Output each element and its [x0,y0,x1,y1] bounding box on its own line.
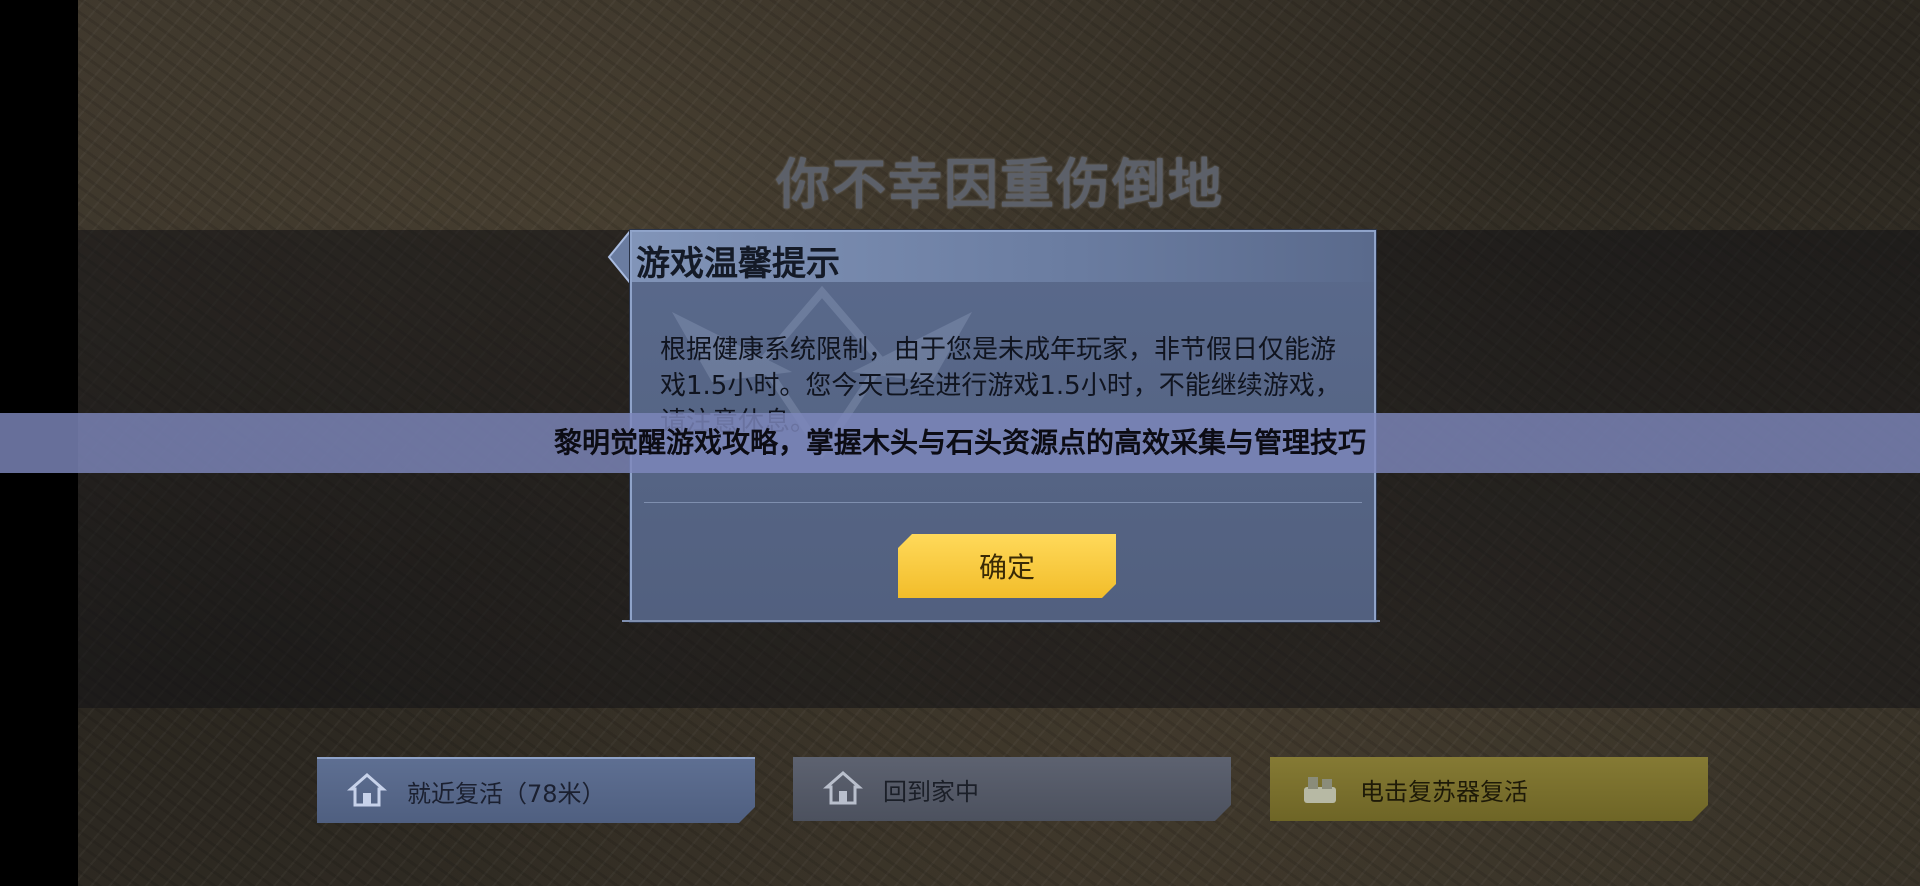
revive-nearby-label: 就近复活（78米） [407,779,606,808]
house-icon [823,769,863,809]
dialog-bottom-edge [622,620,1380,622]
downed-status-title: 你不幸因重伤倒地 [776,153,1224,216]
dialog-title: 游戏温馨提示 [636,244,840,284]
house-icon [347,771,387,811]
confirm-button[interactable]: 确定 [898,534,1116,598]
defibrillator-revive-label: 电击复苏器复活 [1360,777,1528,806]
return-home-button[interactable]: 回到家中 [793,757,1231,821]
return-home-label: 回到家中 [883,777,979,806]
defibrillator-revive-button[interactable]: 电击复苏器复活 [1270,757,1708,821]
article-title-banner: 黎明觉醒游戏攻略，掌握木头与石头资源点的高效采集与管理技巧 [0,413,1920,473]
dialog-header: 游戏温馨提示 [632,232,1374,284]
dialog-divider [644,502,1362,503]
defibrillator-icon [1300,769,1340,809]
revive-nearby-button[interactable]: 就近复活（78米） [317,757,755,823]
article-title: 黎明觉醒游戏攻略，掌握木头与石头资源点的高效采集与管理技巧 [553,426,1366,459]
